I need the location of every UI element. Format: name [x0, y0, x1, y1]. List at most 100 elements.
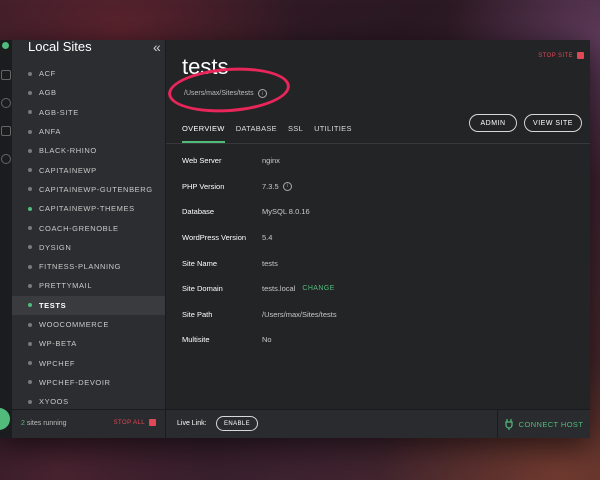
- sidebar-site-item[interactable]: ACF: [12, 64, 165, 83]
- stopped-status-icon: [28, 361, 32, 366]
- site-details: Web Server nginx PHP Version 7.3.5 i Databa…: [182, 148, 337, 353]
- detail-row: Site Path/Users/max/Sites/tests: [182, 302, 337, 328]
- sidebar-title: Local Sites: [28, 40, 92, 54]
- sidebar-site-item[interactable]: BLACK-RHINO: [12, 141, 165, 160]
- site-label: TESTS: [39, 300, 67, 310]
- site-label: WOOCOMMERCE: [39, 320, 109, 329]
- sidebar-site-item[interactable]: AGB-SITE: [12, 103, 165, 122]
- local-app-window: Local Sites « ACF AGB AGB-SITE ANFA BLACK-RH…: [0, 40, 590, 438]
- settings-icon[interactable]: [1, 154, 11, 164]
- sites-icon[interactable]: [1, 70, 11, 80]
- tab-overview[interactable]: OVERVIEW: [182, 124, 225, 143]
- stopped-status-icon: [28, 148, 32, 153]
- sidebar-footer: 2 sites running STOP ALL: [12, 409, 165, 438]
- site-label: ACF: [39, 69, 56, 79]
- site-label: ANFA: [39, 127, 61, 137]
- site-label: COACH-GRENOBLE: [39, 223, 119, 233]
- detail-row: Site Domain tests.local CHANGE: [182, 276, 337, 302]
- stop-icon: [577, 52, 584, 59]
- app-nav-strip: [0, 40, 12, 438]
- site-list: ACF AGB AGB-SITE ANFA BLACK-RHINO CAPITAINEWP…: [12, 64, 165, 411]
- help-icon[interactable]: [1, 98, 11, 108]
- detail-value: nginx: [262, 156, 280, 166]
- sidebar-site-item[interactable]: WOOCOMMERCE: [12, 315, 165, 334]
- stopped-status-icon: [28, 187, 32, 192]
- tab-utilities[interactable]: UTILITIES: [314, 124, 352, 143]
- detail-row: Database MySQL 8.0.16: [182, 199, 337, 225]
- stopped-status-icon: [28, 399, 32, 404]
- sidebar-site-item[interactable]: FITNESS-PLANNING: [12, 257, 165, 276]
- running-status-icon: [28, 206, 32, 211]
- detail-value[interactable]: tests: [262, 259, 278, 268]
- detail-row: Multisite No: [182, 327, 337, 353]
- add-site-button[interactable]: [0, 408, 10, 430]
- view-site-button[interactable]: VIEW SITE: [524, 114, 582, 132]
- detail-value: 7.3.5 i: [262, 181, 292, 191]
- site-label: CAPITAINEWP-THEMES: [39, 204, 135, 214]
- sidebar-site-item[interactable]: CAPITAINEWP-THEMES: [12, 199, 165, 218]
- stop-all-button[interactable]: STOP ALL: [114, 419, 156, 426]
- sidebar-site-item[interactable]: CAPITAINEWP: [12, 160, 165, 179]
- site-label: CAPITAINEWP: [39, 165, 97, 175]
- detail-row: WordPress Version 5.4: [182, 225, 337, 251]
- stopped-status-icon: [28, 90, 32, 95]
- detail-row: Web Server nginx: [182, 148, 337, 174]
- detail-value: tests.local CHANGE: [262, 284, 335, 294]
- stopped-status-icon: [28, 71, 32, 76]
- site-label: WPCHEF-DEVOIR: [39, 377, 111, 387]
- stopped-status-icon: [28, 245, 32, 250]
- status-dot: [2, 42, 9, 49]
- site-label: AGB-SITE: [39, 107, 79, 117]
- plug-icon: [505, 418, 513, 430]
- detail-row: PHP Version 7.3.5 i: [182, 174, 337, 200]
- stopped-status-icon: [28, 283, 32, 288]
- sidebar-site-item[interactable]: ANFA: [12, 122, 165, 141]
- change-domain-button[interactable]: CHANGE: [302, 285, 334, 292]
- site-tabs: OVERVIEW DATABASE SSL UTILITIES: [182, 124, 363, 143]
- stop-site-button[interactable]: STOP SITE: [538, 52, 584, 59]
- sidebar-site-item[interactable]: WPCHEF: [12, 353, 165, 372]
- sidebar-site-item[interactable]: AGB: [12, 83, 165, 102]
- stopped-status-icon: [28, 264, 32, 269]
- addons-icon[interactable]: [1, 126, 11, 136]
- detail-value: /Users/max/Sites/tests: [262, 309, 337, 319]
- enable-live-link-button[interactable]: ENABLE: [216, 416, 258, 431]
- site-label: FITNESS-PLANNING: [39, 262, 122, 272]
- stop-icon: [149, 419, 156, 426]
- detail-value: 5.4: [262, 233, 273, 243]
- stopped-status-icon: [28, 380, 32, 385]
- sites-sidebar: Local Sites « ACF AGB AGB-SITE ANFA BLACK-RH…: [12, 40, 166, 438]
- running-status-icon: [28, 303, 32, 308]
- sidebar-site-item[interactable]: DYSIGN: [12, 238, 165, 257]
- site-label: BLACK-RHINO: [39, 146, 97, 156]
- detail-row: Site Name tests: [182, 250, 337, 276]
- collapse-sidebar-icon[interactable]: «: [153, 40, 161, 54]
- live-link-label: Live Link:: [177, 420, 207, 427]
- detail-label: Database: [182, 207, 215, 217]
- site-label: XYOOS: [39, 397, 69, 407]
- detail-label: Site Name: [182, 258, 218, 268]
- info-icon[interactable]: i: [282, 181, 292, 191]
- connect-host-button[interactable]: CONNECT HOST: [497, 410, 590, 438]
- stopped-status-icon: [28, 110, 32, 115]
- tab-database[interactable]: DATABASE: [236, 124, 277, 143]
- tab-divider: [166, 143, 590, 144]
- detail-label: Site Domain: [182, 284, 223, 294]
- site-label: DYSIGN: [39, 242, 72, 252]
- site-overview-panel: tests /Users/max/Sites/tests i STOP SITE …: [166, 40, 590, 438]
- sidebar-site-item[interactable]: PRETTYMAIL: [12, 276, 165, 295]
- detail-label: Multisite: [182, 335, 210, 345]
- sidebar-site-item[interactable]: TESTS: [12, 295, 165, 315]
- detail-label: Web Server: [182, 156, 222, 166]
- detail-label: PHP Version: [182, 181, 225, 191]
- site-label: WPCHEF: [39, 358, 76, 368]
- admin-button[interactable]: ADMIN: [469, 114, 517, 132]
- detail-value: MySQL 8.0.16: [262, 207, 310, 217]
- detail-value: No: [262, 335, 272, 345]
- sidebar-site-item[interactable]: CAPITAINEWP-GUTENBERG: [12, 180, 165, 199]
- sidebar-site-item[interactable]: COACH-GRENOBLE: [12, 218, 165, 237]
- stopped-status-icon: [28, 341, 32, 346]
- sidebar-site-item[interactable]: WPCHEF-DEVOIR: [12, 373, 165, 392]
- sidebar-site-item[interactable]: WP-BETA: [12, 334, 165, 353]
- tab-ssl[interactable]: SSL: [288, 124, 303, 143]
